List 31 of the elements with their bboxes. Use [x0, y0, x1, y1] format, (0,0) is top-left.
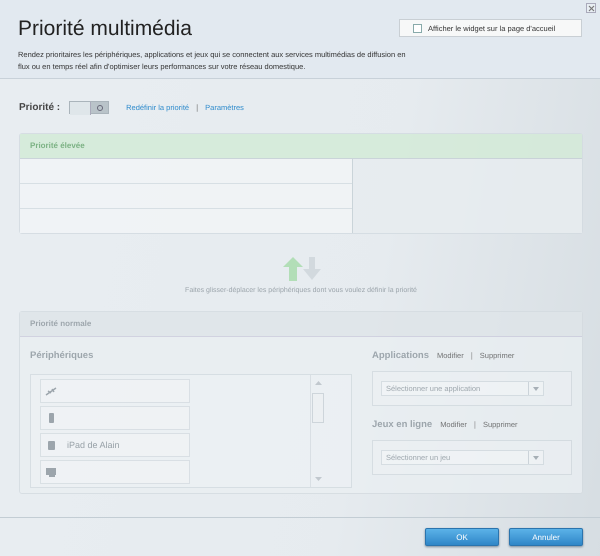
separator: |	[196, 102, 198, 112]
device-item[interactable]	[40, 379, 190, 403]
dialog-button[interactable]: OK	[425, 528, 499, 546]
close-icon	[588, 4, 594, 12]
computer-icon	[45, 467, 57, 477]
device-name: iPad de Alain	[67, 440, 120, 450]
section-title: Applications	[372, 350, 430, 361]
scroll-down-icon	[314, 477, 322, 481]
up-down-arrows-icon	[281, 256, 321, 282]
scroll-thumb[interactable]	[312, 393, 324, 423]
caret-icon	[533, 386, 539, 390]
scroll-up-icon	[314, 381, 322, 385]
priority-label: Priorité :	[19, 102, 60, 112]
priority-toggle[interactable]	[69, 100, 110, 114]
section-title: Jeux en ligne	[372, 419, 432, 430]
separator: |	[474, 420, 476, 429]
checkbox[interactable]	[413, 24, 422, 32]
panel-header: Priorité élevée	[20, 134, 582, 159]
separator: |	[470, 351, 473, 360]
tablet-icon	[45, 440, 57, 450]
network-icon	[45, 386, 57, 396]
dialog-button[interactable]: Annuler	[509, 528, 583, 546]
scrollbar[interactable]	[310, 375, 325, 487]
section-title: Périphériques	[30, 350, 94, 361]
window-title: Priorité multimédia	[18, 17, 192, 41]
caret-icon	[533, 456, 539, 460]
panel-header: Priorité normale	[20, 312, 582, 337]
device-item[interactable]	[40, 406, 190, 430]
device-item[interactable]	[40, 460, 190, 484]
device-item[interactable]: iPad de Alain	[40, 433, 190, 457]
close-button[interactable]	[586, 3, 596, 13]
